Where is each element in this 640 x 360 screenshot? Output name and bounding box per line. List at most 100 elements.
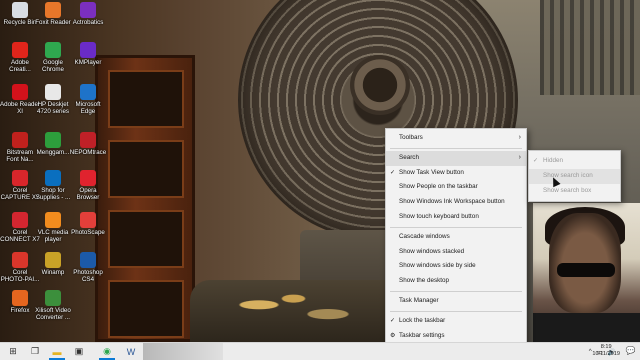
menu-item-cascade-windows[interactable]: Cascade windows (386, 230, 526, 245)
menu-item-label: Show touch keyboard button (399, 212, 479, 220)
taskbar: ⊞ ❐ ▬ ▣ ◉ W ^ ▭ 🔊 8:19 10/11/2019 💬 (0, 342, 640, 360)
clock-time: 8:19 (600, 344, 612, 350)
menu-item-show-windows-stacked[interactable]: Show windows stacked (386, 245, 526, 260)
desktop-icon-label: Shop for Supplies - ... (35, 187, 71, 201)
menu-item-task-manager[interactable]: Task Manager (386, 294, 526, 309)
desktop-icon-label: PhotoScape (71, 229, 105, 236)
menu-item-label: Show People on the taskbar (399, 183, 478, 191)
desktop-icon[interactable]: Opera Browser (68, 170, 108, 216)
opera-icon (80, 170, 96, 186)
word-button[interactable]: W (120, 343, 142, 360)
adobe-reader-icon (12, 84, 28, 100)
action-center-icon[interactable]: 💬 (625, 346, 636, 356)
desktop-icon[interactable]: Photoshop CS4 (68, 252, 108, 298)
desktop-icon-label: Menggam... (36, 149, 70, 156)
hp-printer-icon (45, 84, 61, 100)
desktop-icon[interactable]: Google Chrome (33, 42, 73, 88)
corel-capture-icon (12, 170, 28, 186)
task-view-button[interactable]: ❐ (24, 343, 46, 360)
menu-item-label: Show windows side by side (399, 262, 476, 270)
adobe-creative-cloud-icon (12, 42, 28, 58)
start-button[interactable]: ⊞ (2, 343, 24, 360)
menu-item-show-people-on-the-taskbar[interactable]: Show People on the taskbar (386, 180, 526, 195)
taskbar-context-menu: Toolbars › Search › ✓ Show Task View button Sh… (385, 128, 527, 346)
menu-item-label: Show windows stacked (399, 247, 465, 255)
submenu-item-show-search-icon[interactable]: Show search icon (529, 168, 620, 184)
chrome-button[interactable]: ◉ (96, 343, 118, 360)
wallpaper-shutters (540, 0, 640, 95)
desktop-icon[interactable]: Xilisoft Video Converter ... (33, 290, 73, 336)
nepom-icon (80, 132, 96, 148)
word-icon: W (126, 346, 136, 357)
search-submenu: ✓ Hidden Show search icon Show search box (528, 150, 621, 202)
chevron-right-icon: › (518, 153, 521, 161)
clock-date: 10/11/2019 (592, 351, 620, 357)
desktop-icon-label: HP Deskjet 4720 series (37, 101, 69, 115)
desktop-icon-label: KMPlayer (74, 59, 102, 66)
windows-logo-icon: ⊞ (9, 346, 17, 356)
corel-photo-paint-icon (12, 252, 28, 268)
desktop-icon-label: NEPOMtrace (69, 149, 107, 156)
hp-supplies-icon (45, 170, 61, 186)
menu-item-search[interactable]: Search › (386, 150, 526, 166)
menu-item-show-windows-side-by-side[interactable]: Show windows side by side (386, 259, 526, 274)
menu-item-label: Task Manager (399, 296, 439, 304)
desktop-icon[interactable]: Microsoft Edge (68, 84, 108, 130)
photoshop-icon (80, 252, 96, 268)
menu-item-label: Lock the taskbar (399, 316, 446, 324)
desktop-icon-label: VLC media player (37, 229, 69, 243)
xilisoft-icon (45, 290, 61, 306)
menu-item-label: Show Task View button (399, 168, 464, 176)
chevron-right-icon: › (518, 134, 521, 141)
desktop-icon-label: Microsoft Edge (75, 101, 101, 115)
desktop-icon[interactable]: HP Deskjet 4720 series (33, 84, 73, 130)
menu-separator (390, 147, 522, 149)
desktop-icon[interactable]: Shop for Supplies - ... (33, 170, 73, 216)
menu-item-show-task-view-button[interactable]: ✓ Show Task View button (386, 166, 526, 181)
checkmark-icon: ✓ (533, 158, 539, 164)
desktop-icons: Recycle Bin Foxit Reader Actrobatics Adobe … (0, 0, 110, 342)
desktop-icon-label: Actrobatics (72, 19, 104, 26)
desktop-icon-label: Xilisoft Video Converter ... (35, 307, 71, 321)
folder-icon: ▬ (52, 346, 62, 357)
menu-item-label: Toolbars (399, 134, 423, 141)
actrobatics-icon (80, 2, 96, 18)
menu-item-show-the-desktop[interactable]: Show the desktop (386, 274, 526, 289)
vlc-icon (45, 212, 61, 228)
store-bag-icon: ▣ (74, 346, 84, 356)
taskbar-blurred-region (143, 343, 223, 360)
checkmark-icon: ✓ (390, 317, 396, 324)
checkmark-icon: ✓ (390, 169, 396, 176)
menu-item-show-windows-ink-workspace-button[interactable]: Show Windows Ink Workspace button (386, 195, 526, 210)
desktop-icon-label: Google Chrome (41, 59, 64, 73)
menu-item-label: Hidden (543, 157, 563, 164)
desktop-icon[interactable]: KMPlayer (68, 42, 108, 88)
desktop-icon-label: Opera Browser (76, 187, 100, 201)
taskbar-clock[interactable]: 8:19 10/11/2019 (592, 344, 620, 358)
tray-chevron-icon[interactable]: ^ (589, 348, 592, 355)
foxit-reader-icon (45, 2, 61, 18)
menu-item-label: Taskbar settings (399, 331, 445, 339)
submenu-item-show-search-box[interactable]: Show search box (529, 184, 620, 199)
menu-item-label: Show Windows Ink Workspace button (399, 198, 505, 206)
menu-item-show-touch-keyboard-button[interactable]: Show touch keyboard button (386, 210, 526, 225)
menu-item-label: Cascade windows (399, 232, 450, 240)
task-view-icon: ❐ (30, 346, 40, 356)
desktop-icon-label: Foxit Reader (35, 19, 71, 26)
file-explorer-button[interactable]: ▬ (46, 343, 68, 360)
desktop-icon-label: Photoshop CS4 (73, 269, 103, 283)
menu-item-label: Show search box (543, 186, 592, 194)
store-button[interactable]: ▣ (68, 343, 90, 360)
wallpaper-cabinet (95, 55, 195, 342)
corel-connect-icon (12, 212, 28, 228)
menu-separator (390, 226, 522, 228)
google-chrome-icon (45, 42, 61, 58)
menu-item-lock-the-taskbar[interactable]: ✓ Lock the taskbar (386, 314, 526, 329)
submenu-item-hidden[interactable]: ✓ Hidden (529, 154, 620, 169)
recycle-bin-icon (12, 2, 28, 18)
bitstream-font-icon (12, 132, 28, 148)
menu-item-toolbars[interactable]: Toolbars › (386, 131, 526, 146)
menu-item-label: Search (399, 153, 419, 161)
menggambar-icon (45, 132, 61, 148)
microsoft-edge-icon (80, 84, 96, 100)
